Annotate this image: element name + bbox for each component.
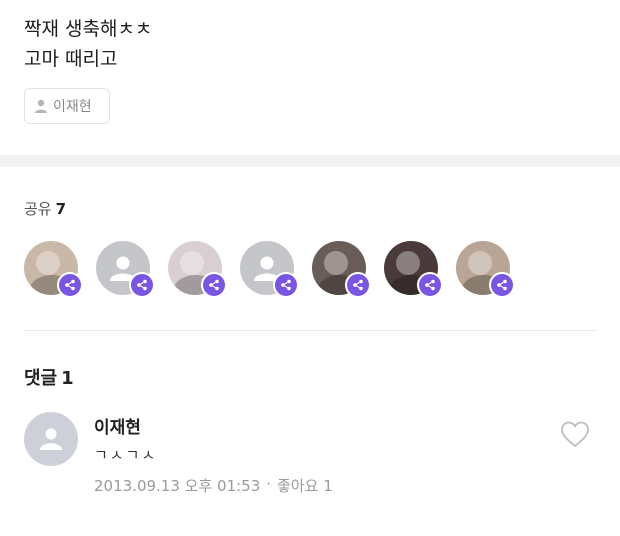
post-line-1: 짝재 생축해ㅊㅊ	[24, 18, 153, 40]
comments-count: 1	[61, 368, 74, 389]
tagged-user-name: 이재현	[53, 99, 92, 115]
share-avatar-2[interactable]	[96, 241, 155, 298]
share-icon	[201, 272, 227, 298]
share-avatar-3[interactable]	[168, 241, 227, 298]
default-avatar-icon	[40, 428, 62, 450]
heart-icon[interactable]	[560, 420, 590, 448]
comment-meta: 2013.09.13 오후 01:53 · 좋아요 1	[94, 475, 333, 496]
section-divider	[0, 155, 620, 167]
share-icon	[489, 272, 515, 298]
share-avatar-6[interactable]	[384, 241, 443, 298]
tagged-user-chip[interactable]: 이재현	[24, 88, 110, 124]
comment-body: ㄱㅅㄱㅅ	[94, 446, 158, 464]
share-count: 7	[55, 200, 67, 218]
comments-label: 댓글	[24, 368, 58, 389]
share-icon	[57, 272, 83, 298]
comment-author[interactable]: 이재현	[94, 413, 141, 438]
share-avatar-list	[24, 241, 584, 301]
comment-timestamp: 2013.09.13 오후 01:53	[94, 477, 261, 495]
comment-avatar[interactable]	[24, 412, 78, 466]
share-label: 공유	[24, 200, 52, 218]
share-icon	[273, 272, 299, 298]
share-icon	[129, 272, 155, 298]
post-line-2: 고마 때리고	[24, 48, 118, 70]
thin-divider	[24, 330, 598, 331]
comment-likes[interactable]: 좋아요 1	[277, 475, 333, 496]
post-text: 짝재 생축해ㅊㅊ 고마 때리고	[24, 14, 152, 74]
meta-separator: ·	[266, 475, 272, 493]
share-header: 공유 7	[24, 198, 66, 219]
share-avatar-7[interactable]	[456, 241, 515, 298]
share-icon	[417, 272, 443, 298]
share-avatar-5[interactable]	[312, 241, 371, 298]
person-icon	[35, 99, 47, 113]
share-avatar-1[interactable]	[24, 241, 83, 298]
share-avatar-4[interactable]	[240, 241, 299, 298]
share-icon	[345, 272, 371, 298]
comments-header: 댓글 1	[24, 364, 74, 390]
